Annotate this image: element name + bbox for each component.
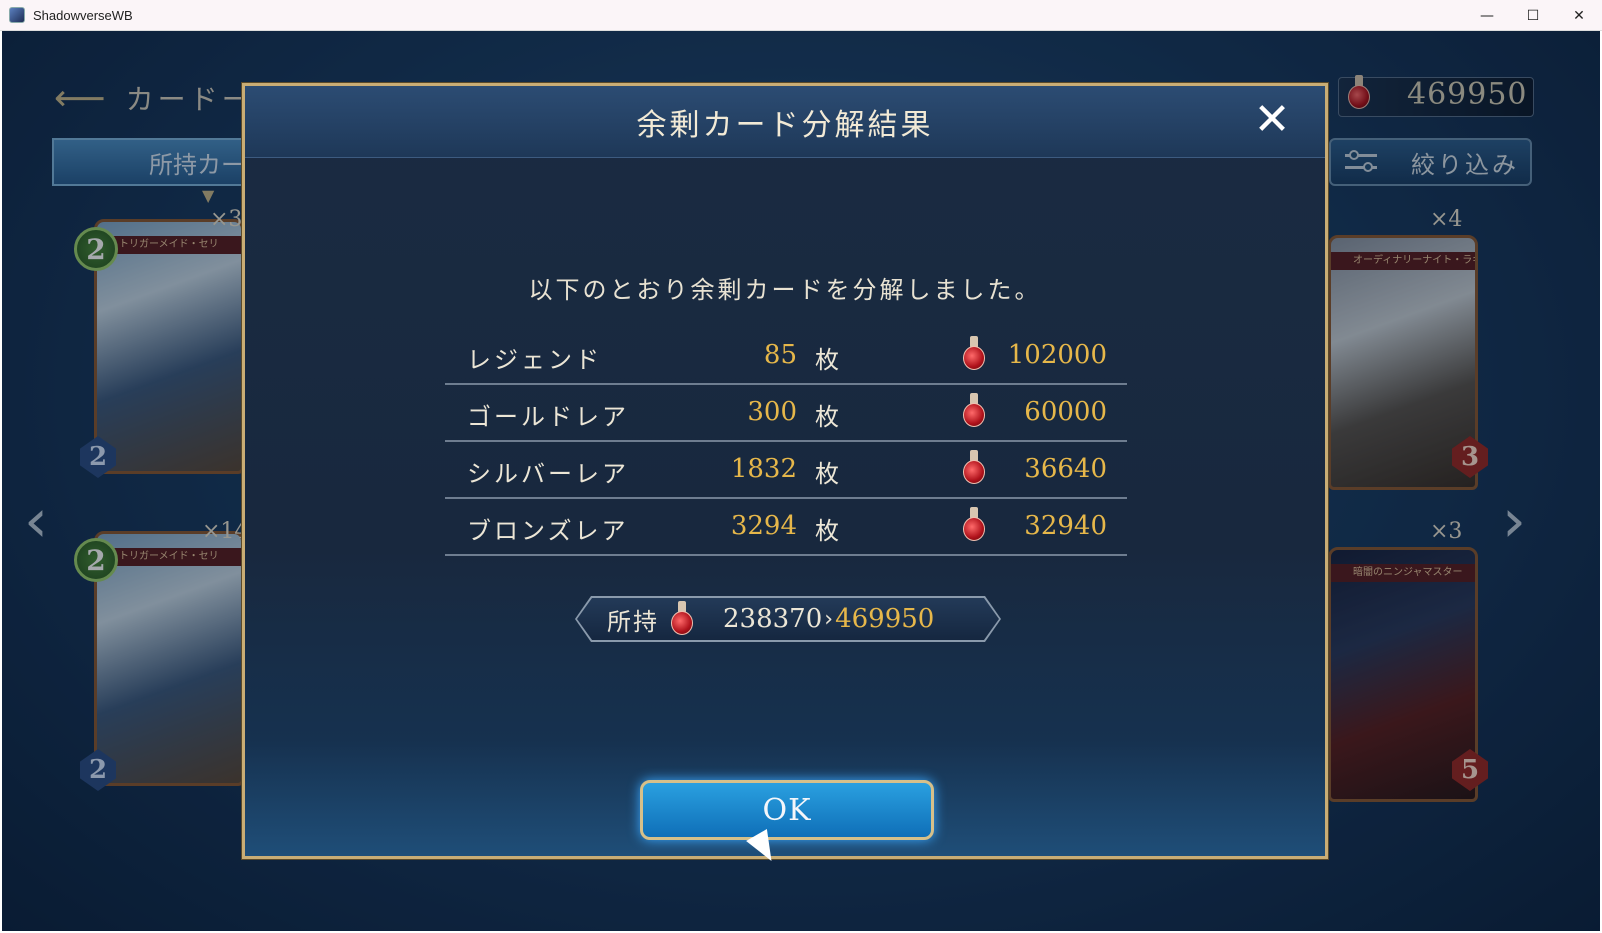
rarity-unit: 枚: [815, 403, 839, 431]
rarity-unit: 枚: [815, 346, 839, 374]
close-icon[interactable]: ✕: [1249, 98, 1295, 144]
rarity-table: レジェンド 85 枚 102000 ゴールドレア 300 枚 60000 シルバ…: [445, 328, 1127, 556]
arrow-right-icon: ›: [824, 606, 834, 632]
rarity-name: レジェンド: [467, 346, 602, 374]
table-row: ゴールドレア 300 枚 60000: [445, 385, 1127, 442]
rarity-value: 36640: [1024, 454, 1107, 484]
rarity-value: 32940: [1024, 511, 1107, 541]
owned-before-value: 238370: [723, 604, 823, 634]
disenchant-result-dialog: 余剰カード分解結果 ✕ 以下のとおり余剰カードを分解しました。 レジェンド 85…: [241, 82, 1329, 860]
window-title: ShadowverseWB: [33, 7, 133, 23]
rarity-count: 1832: [730, 454, 797, 484]
dialog-header: 余剰カード分解結果 ✕: [245, 86, 1325, 158]
window-close-button[interactable]: ✕: [1556, 0, 1602, 31]
game-viewport: ⟵ カードー覧 所持カー ▼ 469950 絞り込み トリガーメイド・セリ 2 …: [2, 31, 1600, 931]
red-vial-icon: [961, 507, 987, 543]
rarity-name: ブロンズレア: [467, 517, 629, 545]
rarity-count: 300: [747, 397, 797, 427]
rarity-unit: 枚: [815, 517, 839, 545]
ok-label: OK: [762, 792, 812, 828]
rarity-count: 85: [763, 340, 797, 370]
table-row: レジェンド 85 枚 102000: [445, 328, 1127, 385]
window-titlebar: ShadowverseWB — ☐ ✕: [0, 0, 1602, 31]
red-vial-icon: [669, 601, 695, 637]
rarity-count: 3294: [730, 511, 797, 541]
owned-label: 所持: [607, 607, 659, 636]
red-vial-icon: [961, 336, 987, 372]
maximize-button[interactable]: ☐: [1510, 0, 1556, 31]
table-row: シルバーレア 1832 枚 36640: [445, 442, 1127, 499]
rarity-unit: 枚: [815, 460, 839, 488]
red-vial-icon: [961, 450, 987, 486]
ok-button[interactable]: OK: [640, 780, 934, 840]
rarity-name: ゴールドレア: [467, 403, 629, 431]
rarity-value: 102000: [1007, 340, 1107, 370]
app-icon: [9, 7, 25, 23]
minimize-button[interactable]: —: [1464, 0, 1510, 31]
owned-total: 所持 238370 › 469950: [575, 596, 1001, 642]
rarity-value: 60000: [1024, 397, 1107, 427]
table-row: ブロンズレア 3294 枚 32940: [445, 499, 1127, 556]
red-vial-icon: [961, 393, 987, 429]
owned-after-value: 469950: [835, 604, 935, 634]
dialog-message: 以下のとおり余剰カードを分解しました。: [528, 276, 1042, 304]
rarity-name: シルバーレア: [467, 460, 629, 488]
dialog-title: 余剰カード分解結果: [636, 108, 934, 143]
